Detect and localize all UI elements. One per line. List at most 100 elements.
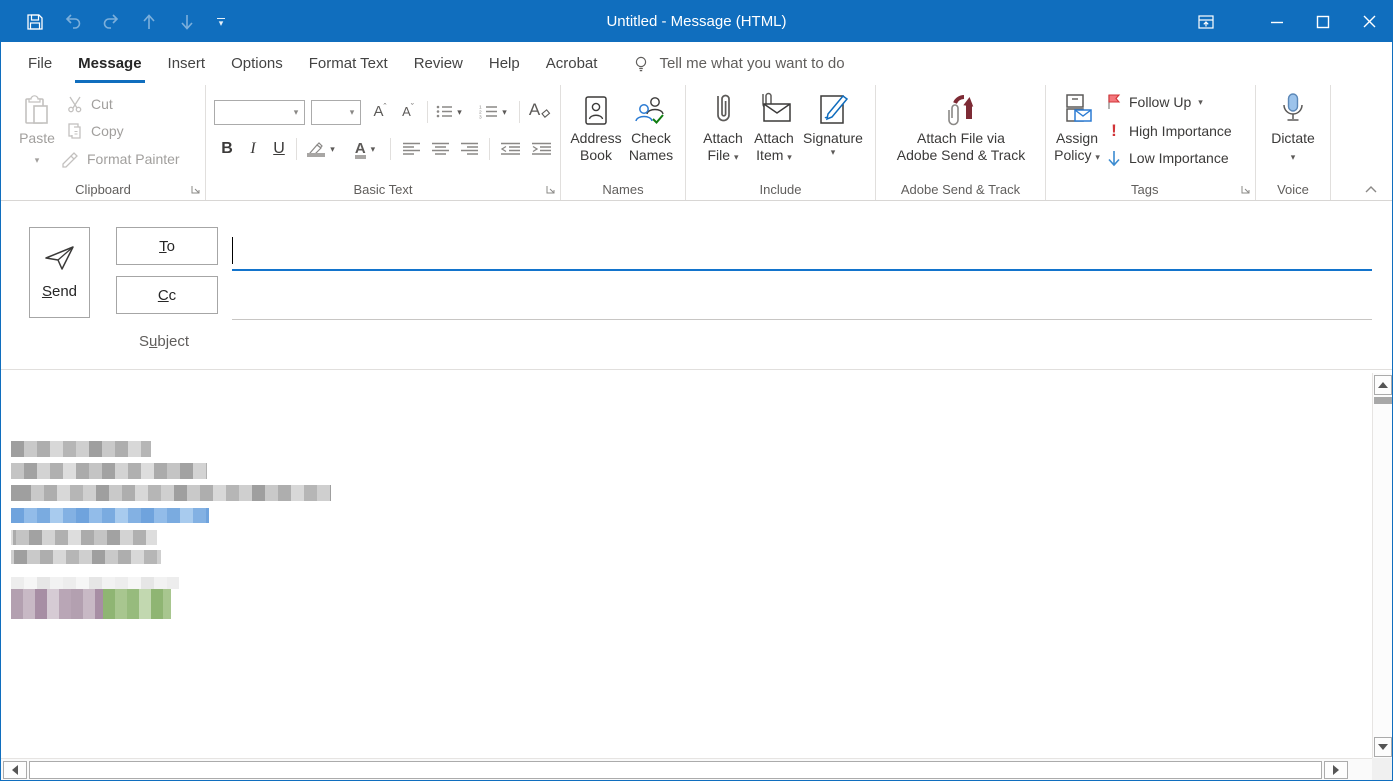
cc-button[interactable]: Cc — [116, 276, 218, 314]
align-right-button[interactable] — [456, 137, 482, 160]
attach-item-button[interactable]: Attach Item ▾ — [750, 92, 798, 164]
outlook-message-window: ▾ Untitled - Message (HTML) File Message… — [0, 0, 1393, 781]
minimize-button[interactable] — [1254, 1, 1300, 42]
group-basic-text: ▾ ▾ Aˆ Aˇ ▾ 123 ▾ — [206, 85, 561, 200]
cc-input[interactable] — [232, 282, 1372, 320]
title-bar: ▾ Untitled - Message (HTML) — [1, 1, 1392, 42]
address-book-button[interactable]: Address Book — [571, 92, 621, 164]
to-label: To — [159, 238, 175, 255]
tell-me-box[interactable]: Tell me what you want to do — [632, 54, 844, 74]
highlight-color-button[interactable]: ▾ — [303, 137, 339, 160]
adobe-send-track-icon — [941, 92, 981, 128]
attach-file-dropdown-icon: ▾ — [734, 152, 739, 162]
high-importance-button[interactable]: ! High Importance — [1106, 121, 1232, 141]
send-icon — [43, 245, 77, 271]
assign-policy-button[interactable]: Assign Policy ▾ — [1052, 92, 1102, 164]
decrease-indent-button[interactable] — [496, 137, 524, 160]
message-header: Send To Cc Subject — [1, 201, 1392, 370]
scroll-left-button[interactable] — [3, 761, 27, 779]
undo-icon[interactable] — [61, 10, 85, 34]
clipboard-dialog-launcher-icon[interactable] — [189, 183, 202, 196]
tab-message[interactable]: Message — [65, 42, 154, 85]
send-button[interactable]: Send — [29, 227, 90, 318]
scroll-up-icon — [1378, 382, 1388, 388]
tab-acrobat[interactable]: Acrobat — [533, 42, 611, 85]
paste-icon — [21, 92, 53, 128]
underline-button[interactable]: U — [268, 137, 290, 160]
italic-icon: I — [250, 140, 255, 158]
assign-policy-label-1: Assign — [1056, 130, 1098, 147]
check-names-label-1: Check — [631, 130, 671, 147]
vertical-scroll-thumb[interactable] — [1374, 397, 1392, 404]
attach-item-dropdown-icon: ▾ — [787, 152, 792, 162]
message-body[interactable] — [1, 370, 1392, 758]
paste-dropdown-icon: ▾ — [35, 155, 40, 165]
customize-qat-icon[interactable]: ▾ — [217, 18, 225, 26]
assign-policy-icon — [1059, 92, 1095, 128]
font-size-combo[interactable]: ▾ — [311, 100, 361, 125]
highlight-icon — [307, 142, 325, 156]
collapse-ribbon-icon[interactable] — [1364, 184, 1378, 194]
dictate-button[interactable]: Dictate ▾ — [1266, 92, 1320, 162]
scroll-down-button[interactable] — [1374, 737, 1392, 757]
to-button[interactable]: To — [116, 227, 218, 265]
basic-text-dialog-launcher-icon[interactable] — [544, 183, 557, 196]
tab-options[interactable]: Options — [218, 42, 296, 85]
horizontal-scroll-thumb[interactable] — [29, 761, 1322, 779]
tags-group-label: Tags — [1046, 182, 1255, 197]
low-importance-button[interactable]: Low Importance — [1106, 149, 1229, 167]
copy-button: Copy — [65, 122, 124, 140]
clear-formatting-button[interactable]: A — [524, 98, 556, 121]
tab-insert[interactable]: Insert — [155, 42, 219, 85]
align-left-button[interactable] — [398, 137, 424, 160]
low-importance-icon — [1106, 149, 1122, 167]
save-icon[interactable] — [23, 10, 47, 34]
subject-input[interactable] — [232, 325, 1372, 359]
follow-up-button[interactable]: Follow Up ▾ — [1106, 93, 1203, 110]
numbering-button[interactable]: 123 ▾ — [474, 100, 512, 123]
dictate-mic-icon — [1276, 92, 1310, 128]
font-color-button[interactable]: A ▾ — [347, 137, 383, 160]
signature-button[interactable]: Signature ▾ — [800, 92, 866, 157]
increase-indent-button[interactable] — [527, 137, 555, 160]
bold-button[interactable]: B — [216, 137, 238, 160]
bullets-button[interactable]: ▾ — [432, 100, 466, 123]
signature-icon — [816, 92, 850, 128]
tags-dialog-launcher-icon[interactable] — [1239, 183, 1252, 196]
attach-file-button[interactable]: Attach File ▾ — [699, 92, 747, 164]
previous-item-icon[interactable] — [137, 10, 161, 34]
shrink-font-button[interactable]: Aˇ — [395, 100, 421, 123]
scroll-right-button[interactable] — [1324, 761, 1348, 779]
horizontal-scrollbar[interactable] — [1, 758, 1372, 780]
highlight-dropdown-icon: ▾ — [330, 144, 335, 154]
to-input[interactable] — [232, 233, 1372, 271]
names-group-label: Names — [561, 182, 685, 197]
signature-label: Signature — [803, 130, 863, 147]
attach-item-icon — [756, 92, 792, 128]
font-name-combo[interactable]: ▾ — [214, 100, 305, 125]
cut-label: Cut — [91, 96, 113, 112]
ribbon-display-options-icon[interactable] — [1176, 1, 1236, 42]
italic-button[interactable]: I — [242, 137, 264, 160]
next-item-icon[interactable] — [175, 10, 199, 34]
scroll-up-button[interactable] — [1374, 375, 1392, 395]
group-voice: Dictate ▾ Voice — [1256, 85, 1331, 200]
close-button[interactable] — [1346, 1, 1392, 42]
adobe-attach-button[interactable]: Attach File via Adobe Send & Track — [884, 92, 1038, 164]
maximize-button[interactable] — [1300, 1, 1346, 42]
tab-help[interactable]: Help — [476, 42, 533, 85]
tab-review[interactable]: Review — [401, 42, 476, 85]
tab-file[interactable]: File — [15, 42, 65, 85]
scrollbar-corner — [1372, 758, 1392, 780]
grow-font-button[interactable]: Aˆ — [367, 100, 393, 123]
redo-icon[interactable] — [99, 10, 123, 34]
ribbon-spacer — [1331, 85, 1392, 200]
vertical-scrollbar[interactable] — [1372, 373, 1392, 759]
redacted-text-line — [11, 485, 331, 501]
tab-format-text[interactable]: Format Text — [296, 42, 401, 85]
check-names-button[interactable]: Check Names — [625, 92, 677, 164]
high-importance-label: High Importance — [1129, 123, 1232, 139]
scroll-down-icon — [1378, 744, 1388, 750]
paste-label: Paste — [19, 130, 55, 147]
align-center-button[interactable] — [427, 137, 453, 160]
